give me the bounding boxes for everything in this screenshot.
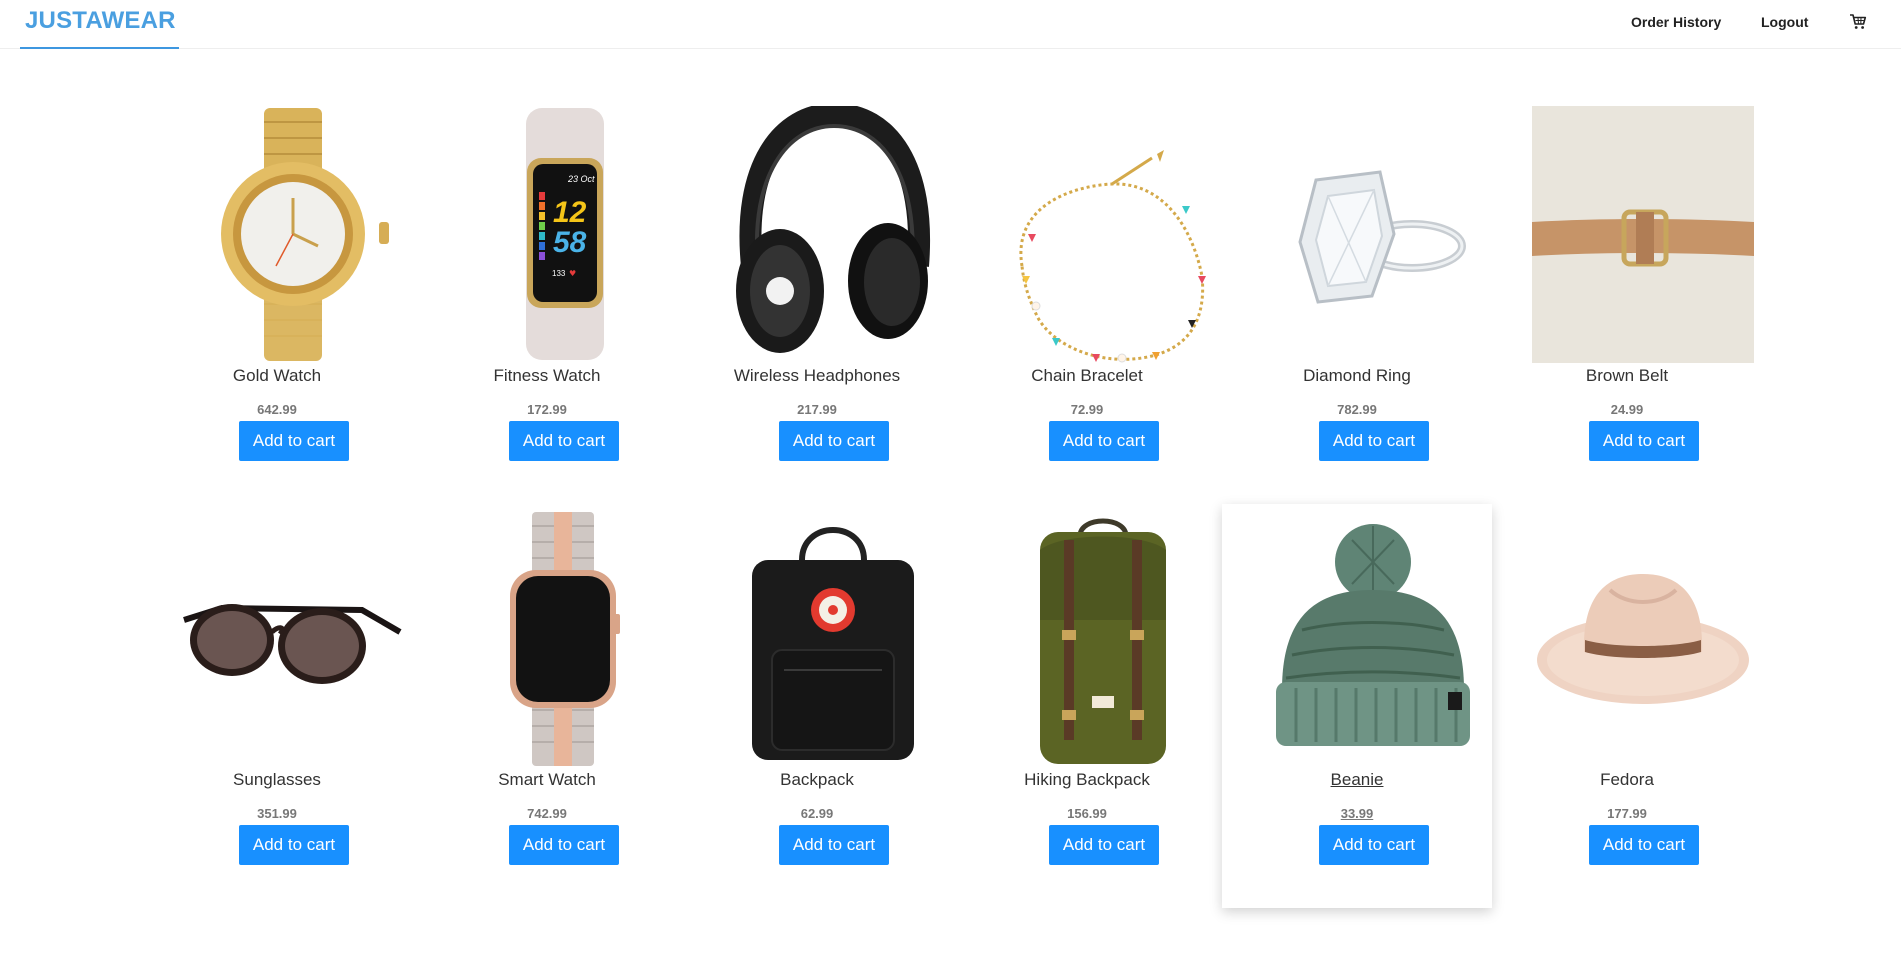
product-name[interactable]: Fitness Watch [412,366,682,386]
product-card[interactable]: Beanie 33.99 Add to cart [1222,504,1492,908]
product-price: 24.99 [1610,402,1644,417]
add-to-cart-button[interactable]: Add to cart [509,825,619,865]
product-price: 217.99 [797,402,837,417]
gold-watch-image[interactable] [182,106,404,363]
product-name[interactable]: Chain Bracelet [952,366,1222,386]
product-card[interactable]: Brown Belt 24.99 Add to cart [1492,100,1762,504]
product-name[interactable]: Hiking Backpack [952,770,1222,790]
logo[interactable]: JUSTAWEAR [20,0,179,49]
product-price: 172.99 [527,402,567,417]
product-card[interactable]: Gold Watch 642.99 Add to cart [142,100,412,504]
bracelet-image[interactable] [992,106,1214,363]
product-name[interactable]: Beanie [1222,770,1492,790]
add-to-cart-button[interactable]: Add to cart [1049,421,1159,461]
product-price: 177.99 [1607,806,1647,821]
product-name[interactable]: Diamond Ring [1222,366,1492,386]
belt-image[interactable] [1532,106,1754,363]
product-card[interactable]: Hiking Backpack 156.99 Add to cart [952,504,1222,908]
fedora-image[interactable] [1532,510,1754,767]
beanie-image[interactable] [1262,510,1484,767]
product-price: 62.99 [800,806,834,821]
product-name[interactable]: Sunglasses [142,770,412,790]
logout-link[interactable]: Logout [1761,14,1808,30]
product-name[interactable]: Gold Watch [142,366,412,386]
product-card[interactable]: Backpack 62.99 Add to cart [682,504,952,908]
add-to-cart-button[interactable]: Add to cart [1049,825,1159,865]
product-card[interactable]: 23 Oct 12 58 133 ♥ Fitness Watch 172.99 … [412,100,682,504]
product-price: 351.99 [257,806,297,821]
product-name[interactable]: Fedora [1492,770,1762,790]
product-card[interactable]: Diamond Ring 782.99 Add to cart [1222,100,1492,504]
smart-watch-image[interactable] [452,510,674,767]
hiking-backpack-image[interactable] [992,510,1214,767]
top-navbar: JUSTAWEAR Order History Logout [0,0,1901,49]
product-price: 742.99 [527,806,567,821]
add-to-cart-button[interactable]: Add to cart [239,421,349,461]
logo-text: JUSTAWEAR [25,7,176,34]
product-card[interactable]: Smart Watch 742.99 Add to cart [412,504,682,908]
add-to-cart-button[interactable]: Add to cart [1589,825,1699,865]
product-name[interactable]: Brown Belt [1492,366,1762,386]
product-card[interactable]: Fedora 177.99 Add to cart [1492,504,1762,908]
product-price: 782.99 [1337,402,1377,417]
svg-text:12: 12 [553,196,587,229]
product-price: 33.99 [1340,806,1374,821]
svg-text:133: 133 [552,269,566,278]
add-to-cart-button[interactable]: Add to cart [1319,421,1429,461]
add-to-cart-button[interactable]: Add to cart [239,825,349,865]
add-to-cart-button[interactable]: Add to cart [1589,421,1699,461]
add-to-cart-button[interactable]: Add to cart [1319,825,1429,865]
product-name[interactable]: Smart Watch [412,770,682,790]
product-card[interactable]: Wireless Headphones 217.99 Add to cart [682,100,952,504]
svg-text:♥: ♥ [569,269,576,278]
product-card[interactable]: Chain Bracelet 72.99 Add to cart [952,100,1222,504]
headphones-image[interactable] [722,106,944,363]
svg-text:23 Oct: 23 Oct [567,174,595,184]
product-price: 156.99 [1067,806,1107,821]
product-name[interactable]: Backpack [682,770,952,790]
product-name[interactable]: Wireless Headphones [682,366,952,386]
ring-image[interactable] [1262,106,1484,363]
add-to-cart-button[interactable]: Add to cart [779,825,889,865]
svg-text:58: 58 [553,226,587,259]
product-price: 642.99 [257,402,297,417]
backpack-image[interactable] [722,510,944,767]
product-price: 72.99 [1070,402,1104,417]
sunglasses-image[interactable] [182,510,404,767]
order-history-link[interactable]: Order History [1631,14,1721,30]
product-card[interactable]: Sunglasses 351.99 Add to cart [142,504,412,908]
fitness-watch-image[interactable]: 23 Oct 12 58 133 ♥ [452,106,674,363]
add-to-cart-button[interactable]: Add to cart [779,421,889,461]
add-to-cart-button[interactable]: Add to cart [509,421,619,461]
cart-icon[interactable] [1849,13,1867,31]
